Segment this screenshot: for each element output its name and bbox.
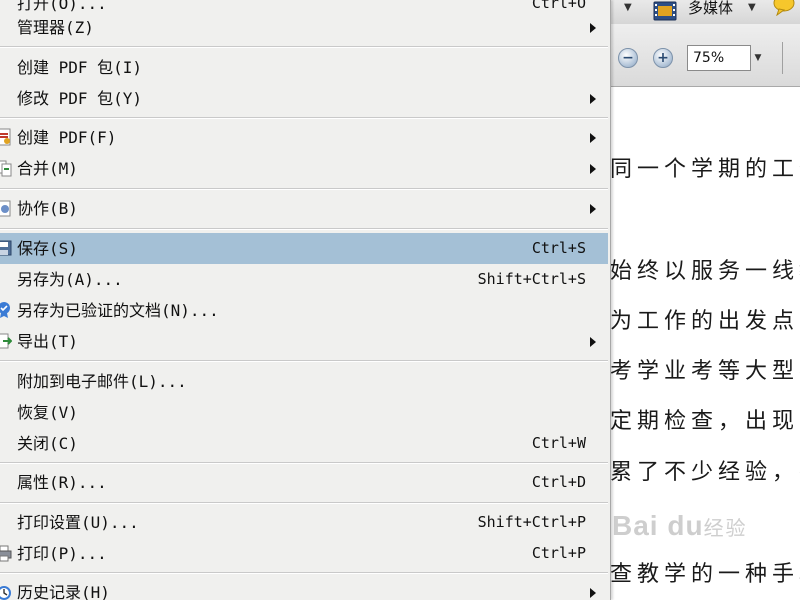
save-disk-icon bbox=[0, 240, 12, 256]
menu-item-shortcut: Shift+Ctrl+P bbox=[477, 513, 586, 531]
submenu-arrow-icon bbox=[590, 337, 596, 347]
submenu-arrow-icon bbox=[590, 204, 596, 214]
export-icon bbox=[0, 333, 12, 349]
file-menu: 打开(O)... Ctrl+O 管理器(Z) 创建 PDF 包(I) 修改 PD… bbox=[0, 0, 611, 600]
menu-separator bbox=[0, 46, 608, 48]
menu-item-attach-to-email[interactable]: 附加到电子邮件(L)... bbox=[0, 366, 608, 397]
menu-item-collaborate[interactable]: 协作(B) bbox=[0, 193, 608, 224]
menu-item-label: 修改 PDF 包(Y) bbox=[17, 89, 143, 108]
certified-document-icon bbox=[0, 302, 10, 318]
combine-files-icon bbox=[0, 160, 12, 177]
zoom-in-button[interactable]: + bbox=[653, 48, 673, 68]
menu-item-label: 打印(P)... bbox=[17, 544, 107, 563]
menu-item-label: 另存为(A)... bbox=[17, 270, 123, 289]
collaborate-icon bbox=[0, 200, 11, 217]
history-clock-icon bbox=[0, 586, 11, 600]
minus-icon: − bbox=[622, 50, 634, 66]
menu-item-revert[interactable]: 恢复(V) bbox=[0, 397, 608, 428]
submenu-arrow-icon bbox=[590, 164, 596, 174]
menu-item-shortcut: Ctrl+P bbox=[531, 544, 586, 562]
menu-separator bbox=[0, 188, 608, 190]
plus-icon: + bbox=[657, 50, 669, 66]
menu-item-export[interactable]: 导出(T) bbox=[0, 326, 608, 357]
zoom-dropdown-arrow[interactable]: ▼ bbox=[751, 45, 765, 71]
doc-text-line: 始终以服务一线教 bbox=[610, 259, 800, 284]
toolbar-divider bbox=[782, 42, 783, 74]
menu-item-print[interactable]: 打印(P)... Ctrl+P bbox=[0, 538, 608, 569]
menu-item-combine[interactable]: 合并(M) bbox=[0, 153, 608, 184]
doc-text-line: 为工作的出发点， bbox=[610, 309, 800, 334]
menu-item-shortcut: Ctrl+W bbox=[531, 434, 586, 452]
menu-item-close[interactable]: 关闭(C) Ctrl+W bbox=[0, 428, 608, 459]
menu-item-label: 打印设置(U)... bbox=[17, 513, 139, 532]
baidu-watermark: Bai du经验 bbox=[612, 510, 748, 542]
menu-item-label: 历史记录(H) bbox=[17, 583, 110, 600]
menu-item-history[interactable]: 历史记录(H) bbox=[0, 577, 608, 600]
doc-text-line: 定期检查，出现问 bbox=[610, 409, 800, 434]
doc-text-line: 查教学的一种手段 bbox=[610, 562, 800, 587]
menu-item-label: 合并(M) bbox=[17, 159, 78, 178]
multimedia-menu-label[interactable]: 多媒体 bbox=[688, 0, 733, 18]
menu-item-shortcut: Shift+Ctrl+S bbox=[477, 270, 586, 288]
toolbar-dropdown-arrow[interactable]: ▼ bbox=[624, 2, 632, 13]
menu-item-label: 创建 PDF(F) bbox=[17, 128, 117, 147]
submenu-arrow-icon bbox=[590, 588, 596, 598]
menu-item-label: 属性(R)... bbox=[17, 473, 107, 492]
menu-item-label: 恢复(V) bbox=[17, 403, 78, 422]
menu-item-save-as[interactable]: 另存为(A)... Shift+Ctrl+S bbox=[0, 264, 608, 295]
menu-item-shortcut: Ctrl+D bbox=[531, 473, 586, 491]
menu-separator bbox=[0, 360, 608, 362]
menu-separator bbox=[0, 228, 608, 230]
multimedia-icon[interactable] bbox=[652, 0, 680, 22]
multimedia-dropdown-arrow[interactable]: ▼ bbox=[748, 2, 756, 13]
menu-item-label: 创建 PDF 包(I) bbox=[17, 58, 143, 77]
printer-icon bbox=[0, 545, 12, 562]
menu-item-label: 导出(T) bbox=[17, 332, 78, 351]
comment-bubble-icon[interactable] bbox=[772, 0, 796, 16]
menu-item-label: 管理器(Z) bbox=[17, 18, 94, 37]
menu-separator bbox=[0, 462, 608, 464]
menu-separator bbox=[0, 502, 608, 504]
zoom-out-button[interactable]: − bbox=[618, 48, 638, 68]
menu-separator bbox=[0, 572, 608, 574]
watermark-brand: Bai du bbox=[612, 510, 704, 541]
menu-item-label: 关闭(C) bbox=[17, 434, 78, 453]
submenu-arrow-icon bbox=[590, 94, 596, 104]
menu-item-label: 协作(B) bbox=[17, 199, 78, 218]
menu-item-label: 保存(S) bbox=[17, 239, 78, 258]
doc-text-line: 考学业考等大型考 bbox=[610, 359, 800, 384]
doc-text-line: 同一个学期的工作 bbox=[610, 157, 800, 182]
menu-item-print-setup[interactable]: 打印设置(U)... Shift+Ctrl+P bbox=[0, 507, 608, 538]
menu-separator bbox=[0, 117, 608, 119]
menu-item-create-pdf-package[interactable]: 创建 PDF 包(I) bbox=[0, 52, 608, 83]
menu-item-organizer[interactable]: 管理器(Z) bbox=[0, 12, 608, 43]
watermark-suffix: 经验 bbox=[703, 518, 748, 540]
zoom-level-input[interactable]: 75% bbox=[687, 45, 751, 71]
menu-item-shortcut: Ctrl+S bbox=[531, 239, 586, 257]
submenu-arrow-icon bbox=[590, 133, 596, 143]
menu-item-label: 附加到电子邮件(L)... bbox=[17, 372, 187, 391]
menu-item-save-as-certified[interactable]: 另存为已验证的文档(N)... bbox=[0, 295, 608, 326]
menu-item-save[interactable]: 保存(S) Ctrl+S bbox=[0, 233, 608, 264]
create-pdf-icon bbox=[0, 128, 11, 146]
menu-item-label: 另存为已验证的文档(N)... bbox=[17, 301, 219, 320]
menu-item-properties[interactable]: 属性(R)... Ctrl+D bbox=[0, 467, 608, 498]
submenu-arrow-icon bbox=[590, 23, 596, 33]
doc-text-line: 累了不少经验，在 bbox=[610, 460, 800, 485]
menu-item-create-pdf[interactable]: 创建 PDF(F) bbox=[0, 122, 608, 153]
menu-item-modify-pdf-package[interactable]: 修改 PDF 包(Y) bbox=[0, 83, 608, 114]
